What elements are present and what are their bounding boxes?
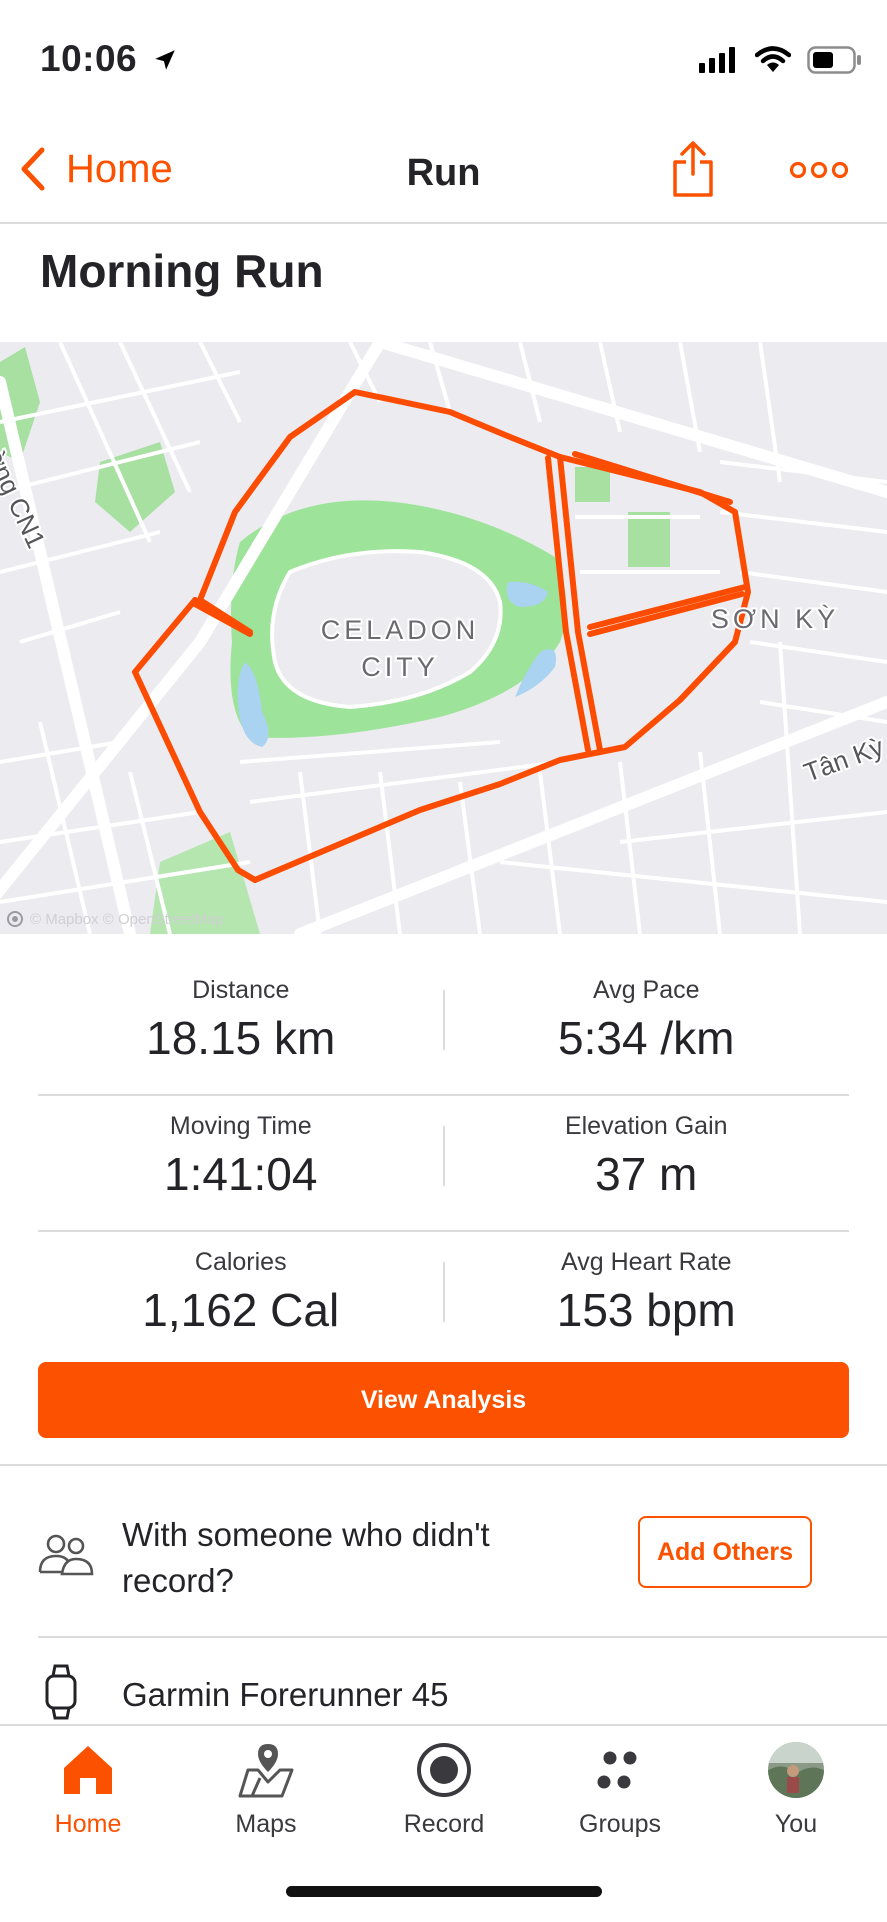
maps-icon: [186, 1738, 346, 1802]
status-icons: [699, 46, 863, 74]
status-bar: 10:06: [0, 0, 887, 130]
stat-row: Moving Time 1:41:04 Elevation Gain 37 m: [38, 1096, 849, 1232]
avatar: [716, 1738, 876, 1802]
route-map[interactable]: CELADON CITY SƠN KỲ Tân Kỳ Đường CN1 © M…: [0, 342, 887, 934]
home-icon: [8, 1738, 168, 1802]
stat-label: Avg Heart Rate: [561, 1248, 732, 1276]
map-label-district: SƠN KỲ: [711, 604, 839, 634]
tab-label: Record: [403, 1810, 485, 1838]
sports-field: [628, 512, 670, 567]
activity-title: Morning Run: [40, 245, 324, 297]
status-time: 10:06: [40, 38, 178, 80]
stat-label: Calories: [194, 1248, 287, 1276]
nav-bar: Home Run: [0, 130, 887, 224]
home-indicator[interactable]: [286, 1886, 602, 1897]
stat-calories: Calories 1,162 Cal: [38, 1232, 444, 1337]
park-area: [95, 442, 175, 532]
tab-maps[interactable]: Maps: [186, 1738, 346, 1839]
map-attribution: © Mapbox © OpenStreetMap: [6, 910, 224, 928]
cellular-signal-icon: [699, 47, 735, 73]
stat-value: 153 bpm: [556, 1284, 736, 1336]
map-label-area-2: CITY: [361, 652, 439, 682]
stat-label: Distance: [192, 976, 290, 1004]
stat-avg-pace: Avg Pace 5:34 /km: [444, 960, 850, 1065]
stat-moving-time: Moving Time 1:41:04: [38, 1096, 444, 1201]
wifi-icon: [755, 46, 791, 72]
tab-groups[interactable]: Groups: [540, 1738, 700, 1839]
stat-value: 18.15 km: [146, 1012, 336, 1064]
section-divider: [38, 1636, 887, 1638]
status-time-text: 10:06: [40, 38, 138, 79]
mapbox-logo-icon: [7, 911, 23, 927]
add-others-section: With someone who didn't record? Add Othe…: [0, 1466, 887, 1636]
location-arrow-icon: [155, 50, 175, 70]
people-icon: [38, 1532, 94, 1581]
tab-label: Maps: [235, 1810, 297, 1838]
stat-value: 1,162 Cal: [142, 1284, 340, 1336]
stat-value: 5:34 /km: [558, 1012, 735, 1064]
stat-label: Moving Time: [169, 1112, 312, 1140]
tab-label: You: [774, 1810, 818, 1838]
view-analysis-button[interactable]: View Analysis: [38, 1362, 849, 1438]
battery-icon: [807, 46, 861, 74]
stats-grid: Distance 18.15 km Avg Pace 5:34 /km Movi…: [38, 960, 849, 1366]
device-row: Garmin Forerunner 45: [0, 1640, 887, 1724]
stat-value: 1:41:04: [164, 1148, 318, 1200]
tab-you[interactable]: You: [716, 1738, 876, 1839]
tab-label: Home: [54, 1810, 122, 1838]
nav-title: Run: [406, 152, 481, 194]
stat-distance: Distance 18.15 km: [38, 960, 444, 1065]
stat-row: Distance 18.15 km Avg Pace 5:34 /km: [38, 960, 849, 1096]
map-label-area-1: CELADON: [321, 615, 480, 645]
tab-record[interactable]: Record: [364, 1738, 524, 1839]
device-name: Garmin Forerunner 45: [122, 1676, 449, 1713]
others-prompt: With someone who didn't record?: [122, 1516, 490, 1599]
tab-label: Groups: [579, 1810, 661, 1838]
share-button[interactable]: [672, 140, 714, 203]
sports-field-2: [575, 467, 610, 502]
stat-label: Avg Pace: [592, 976, 700, 1004]
tab-home[interactable]: Home: [8, 1738, 168, 1839]
groups-icon: [540, 1738, 700, 1802]
stat-label: Elevation Gain: [564, 1112, 728, 1140]
more-horizontal-icon: [789, 161, 849, 179]
stat-avg-heart-rate: Avg Heart Rate 153 bpm: [444, 1232, 850, 1337]
more-options-button[interactable]: [789, 160, 849, 185]
stat-elevation-gain: Elevation Gain 37 m: [444, 1096, 850, 1201]
add-others-button[interactable]: Add Others: [638, 1516, 812, 1588]
stat-row: Calories 1,162 Cal Avg Heart Rate 153 bp…: [38, 1232, 849, 1366]
share-icon: [673, 141, 713, 197]
stat-value: 37 m: [595, 1148, 698, 1200]
map-attribution-text: © Mapbox © OpenStreetMap: [30, 910, 224, 928]
map-label-street-right: Tân Kỳ: [800, 731, 887, 787]
map-canvas: CELADON CITY SƠN KỲ Tân Kỳ Đường CN1: [0, 342, 887, 934]
record-icon: [364, 1738, 524, 1802]
watch-icon: [44, 1664, 78, 1725]
